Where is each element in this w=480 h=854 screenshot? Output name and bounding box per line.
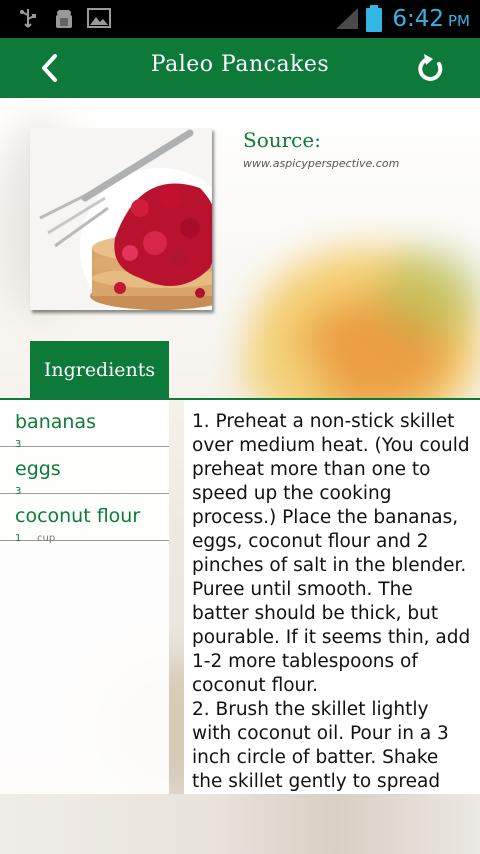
status-clock: 6:42 PM <box>392 6 470 32</box>
directions-text: 1. Preheat a non-stick skillet over medi… <box>192 411 471 792</box>
ingredient-row[interactable]: coconut flour 1 cup <box>0 494 169 544</box>
ingredient-quantity: 1 <box>15 533 22 544</box>
clock-time: 6:42 <box>392 6 444 32</box>
ingredient-name: bananas <box>15 411 96 433</box>
ingredient-row[interactable]: eggs 3 <box>0 447 169 497</box>
ingredient-name: eggs <box>15 458 61 480</box>
bottom-background-strip <box>0 794 480 854</box>
ingredients-list: bananas 3 eggs 3 coconut flour 1 cup <box>0 400 169 794</box>
ingredient-name: coconut flour <box>15 505 141 527</box>
source-label: Source: <box>243 128 321 152</box>
page-title: Paleo Pancakes <box>150 52 330 77</box>
ingredient-row[interactable]: bananas 3 <box>0 400 169 450</box>
battery-icon <box>366 5 382 32</box>
source-url-link[interactable]: www.aspicyperspective.com <box>243 157 399 170</box>
directions-panel[interactable]: 1. Preheat a non-stick skillet over medi… <box>184 400 480 794</box>
tab-ingredients[interactable]: Ingredients <box>30 341 169 399</box>
app-bar: Paleo Pancakes <box>0 38 480 98</box>
status-bar: 6:42 PM <box>0 0 480 38</box>
usb-icon <box>20 9 36 28</box>
recipe-photo <box>30 128 212 310</box>
pancake-image <box>30 128 212 310</box>
image-icon <box>87 8 111 28</box>
signal-icon <box>336 8 358 29</box>
ingredient-unit: cup <box>37 533 56 544</box>
refresh-icon[interactable] <box>416 52 446 84</box>
clock-ampm: PM <box>448 12 470 30</box>
android-debug-icon <box>56 10 72 28</box>
